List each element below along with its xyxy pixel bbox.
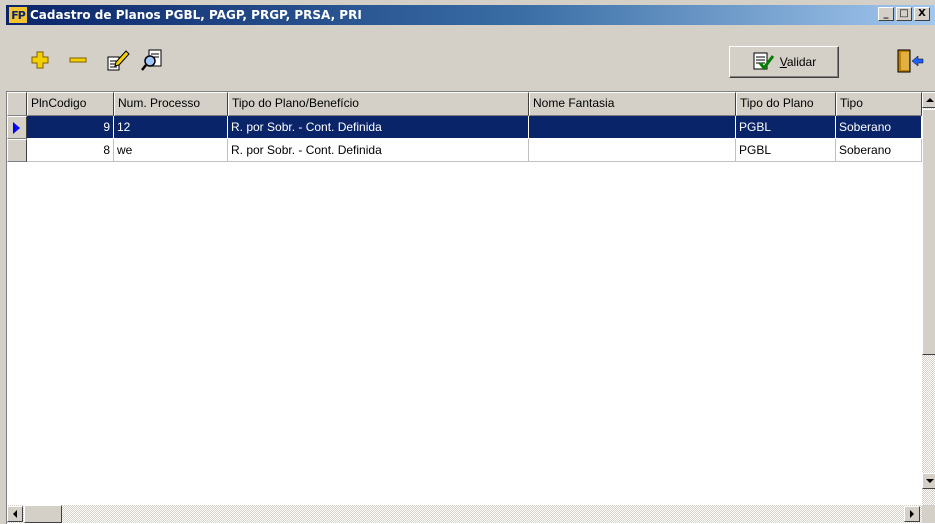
validar-label: Validar — [779, 55, 817, 69]
cell-tipo[interactable]: Soberano — [836, 116, 922, 139]
column-header-num-processo[interactable]: Num. Processo — [114, 92, 228, 116]
app-logo: FP — [9, 7, 27, 23]
cell-nome-fantasia[interactable] — [529, 139, 736, 162]
cell-tipo[interactable]: Soberano — [836, 139, 922, 162]
column-header-tipo-plano-beneficio[interactable]: Tipo do Plano/Benefício — [228, 92, 529, 116]
vertical-scrollbar[interactable] — [922, 92, 935, 505]
edit-icon[interactable] — [106, 48, 130, 72]
close-button[interactable]: X — [914, 7, 930, 21]
scrollbar-corner — [922, 505, 935, 523]
app-window: FP Cadastro de Planos PGBL, PAGP, PRGP, … — [0, 0, 935, 524]
plans-grid: PlnCodigo Num. Processo Tipo do Plano/Be… — [6, 91, 935, 524]
cell-plncodigo[interactable]: 9 — [27, 116, 114, 139]
arrow-left-icon — [13, 510, 17, 518]
scroll-left-button[interactable] — [7, 506, 23, 522]
column-header-nome-fantasia[interactable]: Nome Fantasia — [529, 92, 736, 116]
vertical-scroll-thumb[interactable] — [922, 109, 935, 355]
find-icon[interactable] — [141, 48, 165, 72]
arrow-down-icon — [926, 479, 934, 483]
column-header-plncodigo[interactable]: PlnCodigo — [27, 92, 114, 116]
table-row[interactable]: 8 we R. por Sobr. - Cont. Definida PGBL … — [7, 139, 922, 162]
scroll-up-button[interactable] — [922, 92, 935, 108]
table-row[interactable]: 9 12 R. por Sobr. - Cont. Definida PGBL … — [7, 116, 922, 139]
row-indicator[interactable] — [7, 139, 27, 162]
window-controls: _ □ X — [876, 7, 930, 21]
current-row-arrow-icon — [13, 122, 20, 134]
cell-num-processo[interactable]: we — [114, 139, 228, 162]
horizontal-scrollbar[interactable] — [7, 505, 922, 523]
cell-tipo-plano-beneficio[interactable]: R. por Sobr. - Cont. Definida — [228, 139, 529, 162]
title-bar[interactable]: FP Cadastro de Planos PGBL, PAGP, PRGP, … — [6, 5, 935, 25]
cell-tipo-plano-beneficio[interactable]: R. por Sobr. - Cont. Definida — [228, 116, 529, 139]
validar-button[interactable]: Validar — [729, 46, 839, 78]
cell-nome-fantasia[interactable] — [529, 116, 736, 139]
grid-header: PlnCodigo Num. Processo Tipo do Plano/Be… — [7, 92, 922, 116]
exit-icon[interactable] — [894, 48, 924, 74]
scroll-down-button[interactable] — [922, 473, 935, 489]
minus-icon[interactable] — [66, 48, 90, 72]
window-title: Cadastro de Planos PGBL, PAGP, PRGP, PRS… — [30, 8, 362, 22]
row-indicator[interactable] — [7, 116, 27, 139]
maximize-button[interactable]: □ — [896, 7, 912, 21]
toolbar: Validar — [6, 26, 935, 90]
row-indicator-header — [7, 92, 27, 116]
plus-icon[interactable] — [28, 48, 52, 72]
arrow-up-icon — [926, 98, 934, 102]
horizontal-scroll-thumb[interactable] — [24, 505, 62, 523]
cell-tipo-do-plano[interactable]: PGBL — [736, 139, 836, 162]
cell-plncodigo[interactable]: 8 — [27, 139, 114, 162]
column-header-tipo-do-plano[interactable]: Tipo do Plano — [736, 92, 836, 116]
arrow-right-icon — [910, 510, 914, 518]
column-header-tipo[interactable]: Tipo — [836, 92, 922, 116]
scroll-right-button[interactable] — [904, 506, 920, 522]
cell-tipo-do-plano[interactable]: PGBL — [736, 116, 836, 139]
minimize-button[interactable]: _ — [878, 7, 894, 21]
validate-icon — [752, 51, 774, 74]
cell-num-processo[interactable]: 12 — [114, 116, 228, 139]
